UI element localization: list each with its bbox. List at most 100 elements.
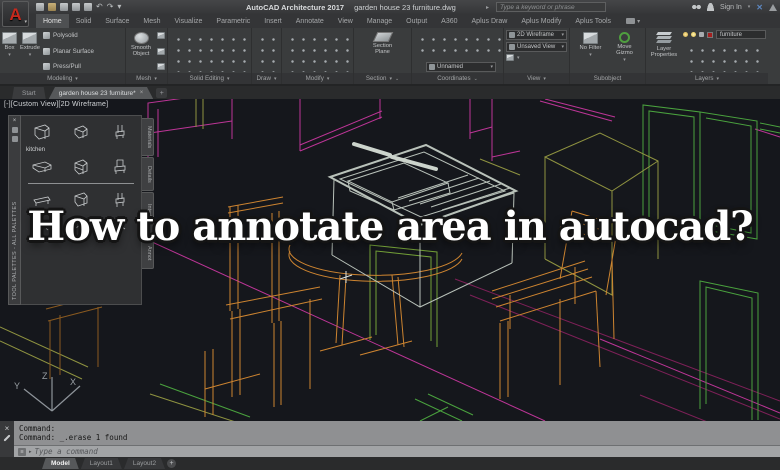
mesh-tool-icon[interactable] — [157, 48, 165, 55]
command-caret-icon[interactable]: ▸ — [29, 449, 32, 455]
tab-layout2[interactable]: Layout2 — [124, 458, 165, 469]
viewport-controls[interactable]: [-][Custom View][2D Wireframe] — [4, 101, 108, 108]
draw-tools[interactable] — [254, 30, 279, 72]
tab-a360[interactable]: A360 — [434, 14, 464, 28]
application-menu-button[interactable]: A ▾ — [2, 1, 29, 27]
panel-section: Section Plane Section▾⌄ — [354, 28, 412, 84]
panel-label-modeling[interactable]: Modeling▾ — [0, 73, 125, 84]
panel-label-layers[interactable]: Layers▾ — [646, 73, 768, 84]
palette-item-cabinet[interactable] — [62, 119, 100, 145]
open-file-icon[interactable] — [48, 3, 56, 11]
palette-item-cabinet[interactable] — [62, 154, 100, 180]
new-layout-button[interactable]: + — [167, 459, 176, 468]
command-input-row[interactable]: ≡ ▸ — [14, 445, 780, 457]
layer-tools[interactable] — [683, 41, 766, 72]
sign-in-button[interactable]: Sign In — [720, 4, 742, 11]
file-tab-start[interactable]: Start — [12, 87, 46, 99]
layer-thaw-icon[interactable] — [691, 32, 696, 37]
command-input[interactable] — [35, 447, 776, 456]
redo-icon[interactable]: ↷ — [107, 3, 114, 11]
file-tab-document[interactable]: garden house 23 furniture*× — [49, 87, 154, 99]
tab-visualize[interactable]: Visualize — [168, 14, 210, 28]
save-as-icon[interactable] — [72, 3, 80, 11]
smooth-object-button[interactable]: Smooth Object — [128, 30, 154, 72]
palette-tab-materials[interactable]: Materials — [142, 118, 154, 156]
tab-solid[interactable]: Solid — [69, 14, 99, 28]
help-search-box[interactable] — [496, 2, 606, 12]
command-settings-icon[interactable] — [3, 434, 10, 441]
save-icon[interactable] — [60, 3, 68, 11]
panel-label-section[interactable]: Section▾⌄ — [354, 73, 411, 84]
planar-surface-button[interactable]: Planar Surface — [43, 48, 94, 55]
panel-label-draw[interactable]: Draw▾ — [252, 73, 281, 84]
visual-style-dropdown[interactable]: 2D Wireframe▾ — [506, 30, 567, 40]
solid-editing-tools[interactable] — [170, 30, 249, 72]
command-close-icon[interactable]: × — [5, 425, 10, 432]
search-binoculars-icon[interactable] — [692, 4, 701, 10]
tab-aplus-tools[interactable]: Aplus Tools — [568, 14, 618, 28]
panel-label-coordinates[interactable]: Coordinates⌄ — [412, 73, 503, 84]
viewport-config-icon[interactable] — [506, 54, 514, 61]
layer-color-swatch[interactable] — [707, 32, 713, 38]
new-file-icon[interactable] — [36, 3, 44, 11]
ribbon-display-toggle[interactable]: ▾ — [626, 14, 640, 28]
tab-annotate[interactable]: Annotate — [289, 14, 331, 28]
panel-label-modify[interactable]: Modify▾ — [282, 73, 353, 84]
panel-label-view[interactable]: View▾ — [504, 73, 569, 84]
palette-item-chair[interactable] — [101, 119, 139, 145]
ucs-named-dropdown[interactable]: Unnamed▾ — [426, 62, 496, 72]
panel-label-solid-editing[interactable]: Solid Editing▾ — [168, 73, 251, 84]
extrude-button[interactable]: Extrude▾ — [20, 30, 40, 72]
window-title: AutoCAD Architecture 2017 garden house 2… — [246, 3, 456, 12]
palette-item-cabinet[interactable] — [23, 119, 61, 145]
palette-close-icon[interactable]: × — [13, 118, 17, 124]
polysolid-button[interactable]: Polysolid — [43, 32, 94, 39]
saved-view-dropdown[interactable]: Unsaved View▾ — [506, 42, 567, 52]
close-tab-icon[interactable]: × — [140, 90, 144, 96]
tab-home[interactable]: Home — [36, 14, 69, 28]
tab-model[interactable]: Model — [42, 458, 79, 469]
tab-output[interactable]: Output — [399, 14, 434, 28]
tool-palette-titlebar[interactable]: × TOOL PALETTES - ALL PALETTES — [8, 115, 21, 305]
palette-item-chair[interactable] — [101, 154, 139, 180]
tab-aplus-draw[interactable]: Aplus Draw — [465, 14, 515, 28]
tab-aplus-modify[interactable]: Aplus Modify — [514, 14, 568, 28]
exchange-apps-icon[interactable]: ✕ — [756, 3, 763, 12]
model-viewport[interactable]: Y Z X [-][Custom View][2D Wireframe] × T… — [0, 99, 780, 421]
layer-lock-icon[interactable] — [699, 32, 704, 37]
section-plane-icon — [372, 32, 393, 42]
layer-properties-button[interactable]: Layer Properties — [648, 30, 680, 72]
palette-autohide-icon[interactable] — [12, 127, 18, 133]
section-plane-button[interactable]: Section Plane — [366, 30, 400, 72]
palette-tab-details[interactable]: Details — [142, 157, 154, 191]
new-drawing-button[interactable]: + — [156, 88, 167, 98]
layer-on-icon[interactable] — [683, 32, 688, 37]
tab-surface[interactable]: Surface — [98, 14, 136, 28]
panel-label-mesh[interactable]: Mesh▾ — [126, 73, 167, 84]
tab-insert[interactable]: Insert — [257, 14, 289, 28]
qat-dropdown-icon[interactable]: ▾ — [117, 3, 121, 11]
tab-view[interactable]: View — [331, 14, 360, 28]
box-button[interactable]: Box▾ — [2, 30, 17, 72]
palette-properties-icon[interactable] — [12, 136, 18, 142]
no-filter-button[interactable]: No Filter▾ — [577, 30, 605, 72]
coordinates-tools[interactable] — [414, 30, 501, 60]
help-icon[interactable] — [769, 4, 777, 11]
modify-tools[interactable] — [284, 30, 351, 72]
tab-layout1[interactable]: Layout1 — [81, 458, 122, 469]
tab-parametric[interactable]: Parametric — [209, 14, 257, 28]
quick-access-toolbar: ↶ ↷ ▾ — [36, 3, 121, 11]
tab-mesh[interactable]: Mesh — [136, 14, 167, 28]
palette-item-cabinet-wide[interactable] — [23, 154, 61, 180]
search-input[interactable] — [497, 4, 605, 11]
press-pull-button[interactable]: Press/Pull — [43, 63, 94, 70]
sign-in-dropdown-icon[interactable]: ▾ — [748, 4, 751, 10]
undo-icon[interactable]: ↶ — [96, 3, 103, 11]
current-layer-dropdown[interactable]: furniture — [716, 30, 766, 39]
mesh-tool-icon[interactable] — [157, 63, 165, 70]
search-arrow-icon: ▸ — [486, 4, 489, 11]
mesh-tool-icon[interactable] — [157, 32, 165, 39]
tab-manage[interactable]: Manage — [360, 14, 399, 28]
print-icon[interactable] — [84, 3, 92, 11]
move-gizmo-button[interactable]: Move Gizmo▾ — [611, 30, 639, 72]
